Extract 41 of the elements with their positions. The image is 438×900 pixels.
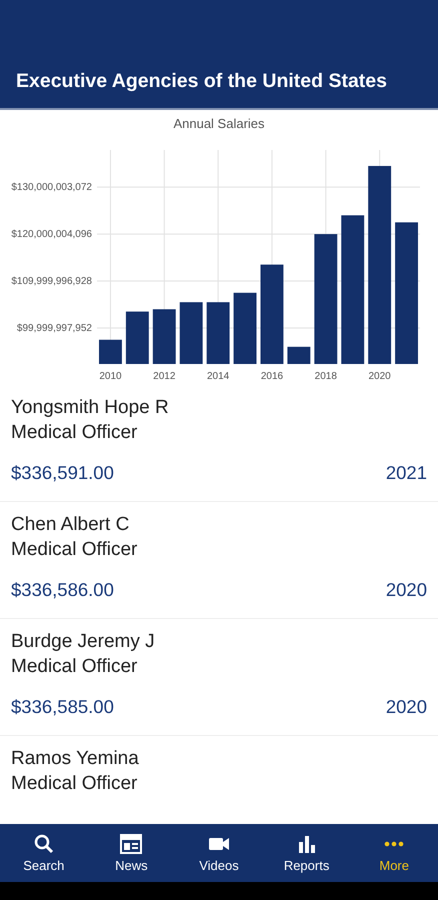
newspaper-icon xyxy=(119,833,144,855)
chart-title: Annual Salaries xyxy=(173,116,265,131)
employee-name[interactable]: Burdge Jeremy J xyxy=(11,629,427,654)
salary: $336,585.00 xyxy=(11,696,114,718)
employee-name[interactable]: Chen Albert C xyxy=(11,512,427,537)
job-title: Medical Officer xyxy=(11,421,138,445)
bar xyxy=(152,309,176,364)
job-title: Medical Officer xyxy=(11,538,138,562)
nav-tab[interactable]: Reports xyxy=(266,831,347,875)
bar xyxy=(180,302,203,364)
bar xyxy=(234,292,256,364)
bar xyxy=(99,340,122,364)
bar xyxy=(126,312,149,364)
salary: $336,591.00 xyxy=(11,462,114,484)
axis-label: $120,000,004,096 xyxy=(11,229,92,240)
year: 2020 xyxy=(386,579,427,601)
search-icon xyxy=(32,833,55,855)
axis-label: 2010 xyxy=(99,371,122,382)
axis-label: 2014 xyxy=(207,371,230,382)
nav-tab[interactable]: News xyxy=(91,831,172,875)
employee-name[interactable]: Yongsmith Hope R xyxy=(11,395,427,420)
axis-label: $109,999,996,928 xyxy=(11,276,92,288)
job-title: Medical Officer xyxy=(11,772,138,796)
year: 2020 xyxy=(386,696,427,718)
employee-name[interactable]: Ramos Yemina xyxy=(11,746,427,771)
bar xyxy=(287,346,310,364)
axis-label: 2012 xyxy=(153,371,176,382)
nav-tab[interactable]: Search xyxy=(4,831,84,875)
axis-label: 2018 xyxy=(314,371,337,382)
job-title: Medical Officer xyxy=(11,655,138,679)
page-title: Executive Agencies of the United States xyxy=(16,70,387,93)
nav-tab[interactable]: Videos xyxy=(178,831,259,875)
bar xyxy=(206,302,230,364)
axis-label: $130,000,003,072 xyxy=(11,182,92,194)
axis-label: 2020 xyxy=(368,371,391,382)
more-icon xyxy=(384,841,404,847)
axis-label: $99,999,997,952 xyxy=(16,323,92,334)
year: 2021 xyxy=(386,462,427,484)
nav-tab[interactable]: More xyxy=(354,831,434,875)
axis-label: 2016 xyxy=(260,371,284,382)
salary: $336,586.00 xyxy=(11,579,114,601)
